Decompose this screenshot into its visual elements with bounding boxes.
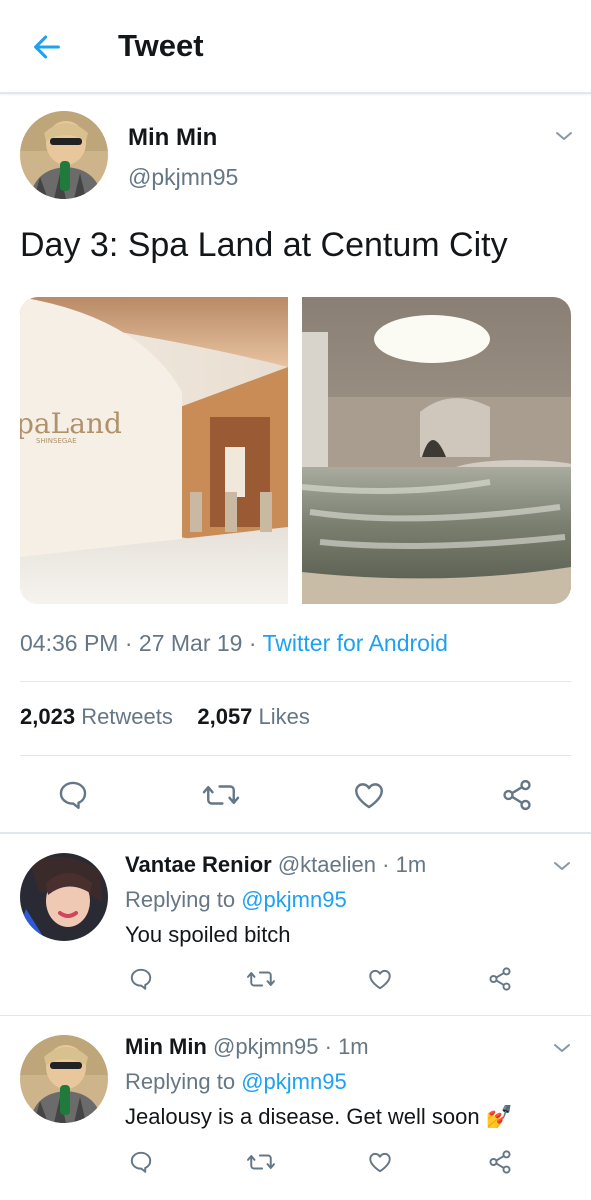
tweet-source-link[interactable]: Twitter for Android: [263, 630, 448, 656]
author-name[interactable]: Min Min: [128, 124, 217, 152]
divider: [0, 832, 591, 834]
author-handle[interactable]: @pkjmn95: [128, 164, 238, 191]
retweets-count: 2,023: [20, 704, 76, 729]
tweet-media[interactable]: paLand SHINSEGAE: [20, 297, 571, 604]
share-icon[interactable]: [487, 966, 513, 992]
reply-meta-separator: ·: [376, 852, 396, 877]
chevron-down-icon[interactable]: [550, 854, 574, 878]
avatar[interactable]: [20, 111, 108, 199]
reply-icon[interactable]: [56, 778, 90, 812]
media-sign-text: paLand: [20, 407, 122, 440]
reply-header: Min Min @pkjmn95 · 1m: [125, 1034, 369, 1060]
tweet-time: 04:36 PM: [20, 630, 119, 656]
retweets-stat[interactable]: 2,023 Retweets: [20, 704, 173, 729]
top-bar: Tweet: [0, 0, 591, 94]
page-title: Tweet: [118, 28, 204, 63]
retweet-icon[interactable]: [246, 966, 276, 992]
tweet-stats: 2,023 Retweets 2,057 Likes: [20, 704, 310, 730]
like-icon[interactable]: [352, 778, 386, 812]
reply-meta-separator: ·: [318, 1034, 339, 1059]
reply-icon[interactable]: [128, 966, 154, 992]
reply-text: Jealousy is a disease. Get well soon 💅: [125, 1104, 513, 1130]
reply-header: Vantae Renior @ktaelien · 1m: [125, 852, 426, 878]
reply-author-handle[interactable]: @ktaelien: [278, 852, 376, 877]
meta-separator: ·: [124, 630, 139, 656]
replying-to-label: Replying to: [125, 1069, 236, 1094]
divider: [0, 1015, 591, 1016]
like-icon[interactable]: [367, 966, 393, 992]
divider: [20, 755, 571, 756]
likes-count: 2,057: [197, 704, 253, 729]
reply-mention-link[interactable]: @pkjmn95: [241, 887, 347, 912]
reply-avatar[interactable]: [20, 853, 108, 941]
retweets-label: Retweets: [81, 704, 173, 729]
reply-text-content: Jealousy is a disease. Get well soon: [125, 1104, 480, 1129]
retweet-icon[interactable]: [246, 1149, 276, 1175]
retweet-icon[interactable]: [202, 778, 240, 812]
reply-mention-link[interactable]: @pkjmn95: [241, 1069, 347, 1094]
nail-polish-emoji-icon: 💅: [485, 1104, 514, 1129]
share-icon[interactable]: [500, 778, 534, 812]
chevron-down-icon[interactable]: [550, 1036, 574, 1060]
share-icon[interactable]: [487, 1149, 513, 1175]
reply-time: 1m: [395, 852, 427, 877]
replying-to-label: Replying to: [125, 887, 236, 912]
tweet-date: 27 Mar 19: [138, 630, 243, 656]
chevron-down-icon[interactable]: [552, 124, 576, 148]
divider: [20, 681, 571, 682]
tweet-text: Day 3: Spa Land at Centum City: [20, 226, 508, 264]
tweet-meta: 04:36 PM · 27 Mar 19 · Twitter for Andro…: [20, 630, 448, 657]
media-sign-subtext: SHINSEGAE: [36, 437, 77, 445]
reply-author-name[interactable]: Min Min: [125, 1034, 207, 1059]
like-icon[interactable]: [367, 1149, 393, 1175]
replying-to: Replying to @pkjmn95: [125, 1069, 347, 1095]
likes-label: Likes: [258, 704, 310, 729]
reply-avatar[interactable]: [20, 1035, 108, 1123]
reply-text: You spoiled bitch: [125, 922, 291, 947]
likes-stat[interactable]: 2,057 Likes: [197, 704, 310, 729]
arrow-left-icon[interactable]: [30, 30, 64, 64]
reply-author-handle[interactable]: @pkjmn95: [213, 1034, 319, 1059]
replying-to: Replying to @pkjmn95: [125, 887, 347, 913]
reply-author-name[interactable]: Vantae Renior: [125, 852, 272, 877]
reply-time: 1m: [338, 1034, 369, 1059]
meta-separator: ·: [248, 630, 263, 656]
reply-icon[interactable]: [128, 1149, 154, 1175]
